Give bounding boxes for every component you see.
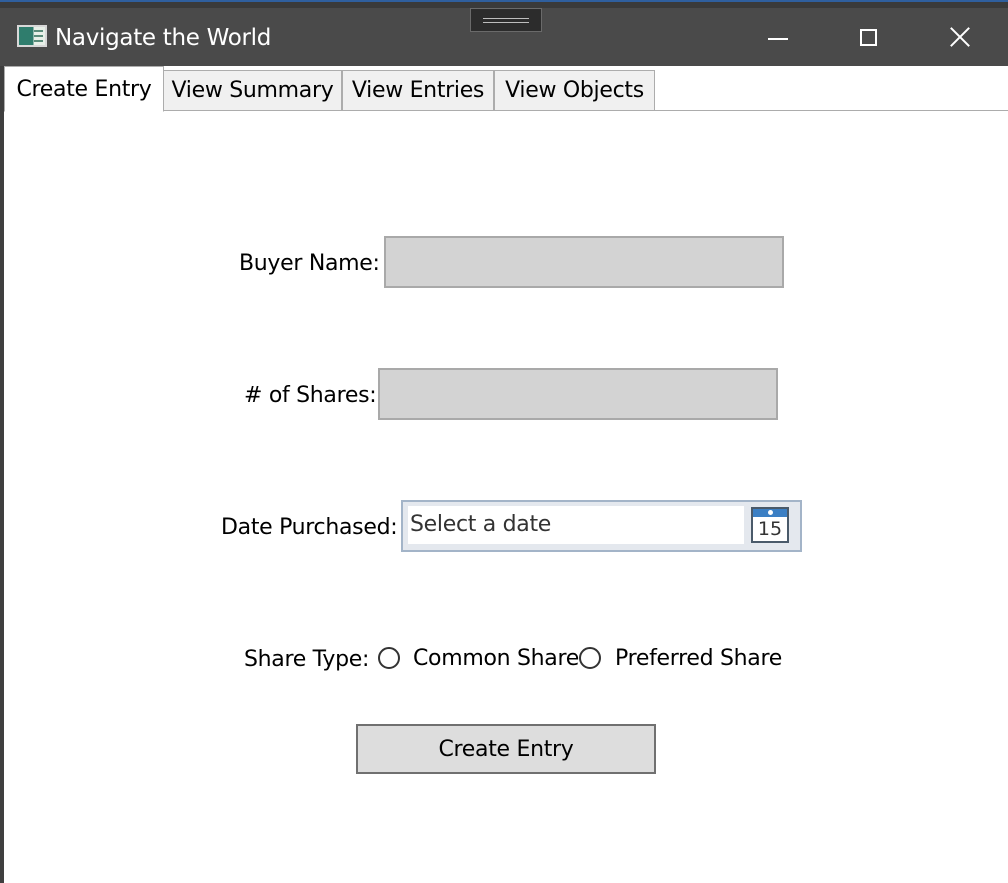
app-window: Navigate the World Create Entry View Sum… [0, 0, 1008, 883]
share-type-label: Share Type: [244, 647, 370, 672]
tab-view-objects[interactable]: View Objects [494, 70, 655, 111]
close-icon [949, 26, 971, 48]
date-input[interactable]: Select a date [408, 506, 744, 544]
tab-view-entries[interactable]: View Entries [342, 70, 494, 111]
calendar-icon[interactable]: 15 [751, 507, 789, 543]
app-window-icon [17, 25, 47, 47]
tab-create-entry[interactable]: Create Entry [4, 66, 164, 112]
preferred-share-label[interactable]: Preferred Share [615, 646, 782, 671]
minimize-icon [768, 38, 788, 40]
minimize-button[interactable] [733, 8, 823, 66]
date-picker[interactable]: Select a date 15 [401, 500, 802, 552]
preferred-share-radio[interactable] [579, 647, 601, 669]
common-share-radio[interactable] [378, 647, 400, 669]
buyer-name-input[interactable] [384, 236, 784, 288]
calendar-day-number: 15 [757, 518, 783, 540]
desktop-strip [0, 0, 1008, 8]
title-bar[interactable]: Navigate the World [0, 8, 1008, 66]
tab-view-summary[interactable]: View Summary [163, 70, 342, 111]
shares-input[interactable] [378, 368, 778, 420]
maximize-icon [859, 28, 877, 46]
window-title: Navigate the World [55, 25, 272, 51]
create-entry-button[interactable]: Create Entry [356, 724, 656, 774]
common-share-label[interactable]: Common Share [413, 646, 579, 671]
maximize-button[interactable] [823, 8, 913, 66]
close-button[interactable] [915, 8, 1005, 66]
shares-label: # of Shares: [244, 383, 377, 408]
drag-handle[interactable] [470, 8, 542, 32]
buyer-name-label: Buyer Name: [239, 251, 380, 276]
date-purchased-label: Date Purchased: [221, 515, 398, 540]
